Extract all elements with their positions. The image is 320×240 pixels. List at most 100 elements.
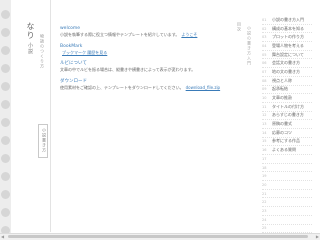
list-item-label: あらすじの書き方 xyxy=(272,112,304,118)
list-item-number: 25 xyxy=(262,226,267,231)
list-item-number: 12 xyxy=(262,113,267,118)
left-decoration-strip xyxy=(0,0,11,240)
sidebar-list-item[interactable]: 16 よくある質問 xyxy=(262,146,312,155)
site-logo-line2: 小説 xyxy=(27,42,33,55)
list-item-number: 22 xyxy=(262,200,267,205)
list-item-number: 21 xyxy=(262,191,267,196)
section-text: 小説を執筆する際に役立つ情報やテンプレートを紹介しています。 xyxy=(60,32,180,37)
sidebar-list-item[interactable]: 03 プロットの作り方 xyxy=(262,33,312,43)
list-item-number: 23 xyxy=(262,208,267,213)
sidebar-vertical-heading: 目次 xyxy=(237,22,242,32)
list-item-number: 19 xyxy=(262,174,267,179)
main-content: welcome 小説を執筆する際に役立つ情報やテンプレートを紹介しています。 よう… xyxy=(60,26,226,96)
sidebar-vertical-subheading: 小説の書き方入門 xyxy=(247,26,252,66)
list-item-number: 09 xyxy=(262,87,267,92)
list-item-label: タイトルの付け方 xyxy=(272,103,304,109)
sidebar-list-item[interactable]: 01 小説の書き方入門 xyxy=(262,16,312,25)
list-item-label: 構成の基本を知る xyxy=(272,25,304,31)
scroll-right-arrow-icon[interactable]: ▶ xyxy=(316,234,319,240)
section-text: 使用素材をご確認の上、テンプレートをダウンロードしてください。 xyxy=(60,84,184,90)
sidebar-list-item[interactable]: 05 舞台設定について xyxy=(262,51,312,60)
category-box-button[interactable]: 小説書き方 xyxy=(38,124,48,158)
list-item-number: 04 xyxy=(262,43,267,48)
sidebar-list-item[interactable]: 14 応募のコツ xyxy=(262,129,312,138)
site-logo[interactable]: なり 小説 xyxy=(26,22,35,55)
list-item-number: 01 xyxy=(262,17,267,22)
list-item-label: プロットの作り方 xyxy=(272,34,304,40)
sidebar-list-item: 19 xyxy=(262,172,312,182)
sidebar-list-item: 24 xyxy=(262,216,312,225)
section-body: ブックマーク 履歴を見る xyxy=(60,50,226,56)
section-ruby: ルビについて 文章の中でルビを振る場合は、縦書きや横書きによって表示が変わります… xyxy=(60,61,226,73)
list-item-number: 13 xyxy=(262,122,267,127)
left-navigation: なり 小説 物語のつくり方 小説書き方 xyxy=(12,0,51,232)
horizontal-scrollbar[interactable]: ◀ ▶ xyxy=(0,233,320,240)
list-item-number: 14 xyxy=(262,130,267,135)
decoration-circle xyxy=(1,172,10,181)
list-item-label: 舞台設定について xyxy=(272,51,304,57)
site-logo-line1: なり xyxy=(26,22,35,40)
decoration-circle xyxy=(1,208,10,217)
sidebar-list-item: 21 xyxy=(262,190,312,199)
sidebar-list-item[interactable]: 15 参考にする作品 xyxy=(262,138,312,147)
sidebar-list-item[interactable]: 07 地の文の書き方 xyxy=(262,68,312,77)
section-body: 文章の中でルビを振る場合は、縦書きや横書きによって表示が変わります。 xyxy=(60,67,226,73)
list-item-number: 07 xyxy=(262,69,267,74)
decoration-circle xyxy=(1,136,10,145)
sidebar-list-item[interactable]: 02 構成の基本を知る xyxy=(262,25,312,34)
section-link[interactable]: ようこそ xyxy=(181,32,197,37)
sidebar-list-item[interactable]: 13 原稿の書式 xyxy=(262,120,312,129)
sidebar-list-item[interactable]: 12 あらすじの書き方 xyxy=(262,112,312,121)
list-item-number: 18 xyxy=(262,165,267,170)
sidebar-list-item[interactable]: 06 会話文の書き方 xyxy=(262,59,312,69)
decoration-circle xyxy=(1,46,10,55)
sidebar-list-item[interactable]: 09 起承転結 xyxy=(262,86,312,95)
list-item-label: 視点と人称 xyxy=(272,77,292,83)
section-link[interactable]: ブックマーク 履歴を見る xyxy=(62,50,107,55)
sidebar-list-item: 18 xyxy=(262,164,312,173)
list-item-number: 10 xyxy=(262,96,267,101)
list-item-number: 15 xyxy=(262,139,267,144)
list-item-number: 08 xyxy=(262,78,267,83)
site-subtitle: 物語のつくり方 xyxy=(40,34,45,69)
list-item-number: 17 xyxy=(262,156,267,161)
section-welcome: welcome 小説を執筆する際に役立つ情報やテンプレートを紹介しています。 よう… xyxy=(60,26,226,38)
list-item-label: 応募のコツ xyxy=(272,129,292,135)
sidebar-list-item[interactable]: 10 文章の推敲 xyxy=(262,94,312,103)
sidebar-list-item[interactable]: 08 視点と人称 xyxy=(262,77,312,86)
section-download: ダウンロード 使用素材をご確認の上、テンプレートをダウンロードしてください。 do… xyxy=(60,79,226,91)
section-text: 文章の中でルビを振る場合は、縦書きや横書きによって表示が変わります。 xyxy=(60,67,196,73)
decoration-circle xyxy=(1,154,10,163)
section-body: 小説を執筆する際に役立つ情報やテンプレートを紹介しています。 ようこそ xyxy=(60,32,226,38)
sidebar-list: 01 小説の書き方入門 02 構成の基本を知る 03 プロットの作り方 04 登場人物を考える… xyxy=(262,16,312,234)
scrollbar-thumb[interactable] xyxy=(8,235,308,238)
section-link[interactable]: download_file.zip xyxy=(186,85,220,90)
list-item-label: 地の文の書き方 xyxy=(272,68,300,74)
category-box-label: 小説書き方 xyxy=(42,128,47,153)
list-item-label: 登場人物を考える xyxy=(272,42,304,48)
section-body: 使用素材をご確認の上、テンプレートをダウンロードしてください。 download_… xyxy=(60,85,226,91)
list-item-label: よくある質問 xyxy=(272,147,296,153)
list-item-number: 24 xyxy=(262,217,267,222)
list-item-label: 起承転結 xyxy=(272,86,288,92)
list-item-label: 小説の書き方入門 xyxy=(272,16,304,22)
list-item-number: 16 xyxy=(262,148,267,153)
list-item-number: 05 xyxy=(262,52,267,57)
sidebar-list-item: 25 xyxy=(262,225,312,234)
list-item-number: 03 xyxy=(262,35,267,40)
decoration-circle xyxy=(1,190,10,199)
decoration-circle xyxy=(1,118,10,127)
sidebar-list-item: 22 xyxy=(262,198,312,208)
section-bookmark: BookMark ブックマーク 履歴を見る xyxy=(60,44,226,56)
sidebar-list-item: 17 xyxy=(262,155,312,164)
sidebar-list-item[interactable]: 04 登場人物を考える xyxy=(262,42,312,51)
decoration-circle xyxy=(1,28,10,37)
list-item-number: 02 xyxy=(262,26,267,31)
sidebar-list-item: 23 xyxy=(262,207,312,216)
decoration-circle xyxy=(1,100,10,109)
sidebar-list-item[interactable]: 11 タイトルの付け方 xyxy=(262,103,312,112)
list-item-number: 20 xyxy=(262,182,267,187)
decoration-circle xyxy=(1,64,10,73)
list-item-label: 文章の推敲 xyxy=(272,95,292,101)
scroll-left-arrow-icon[interactable]: ◀ xyxy=(1,234,4,240)
